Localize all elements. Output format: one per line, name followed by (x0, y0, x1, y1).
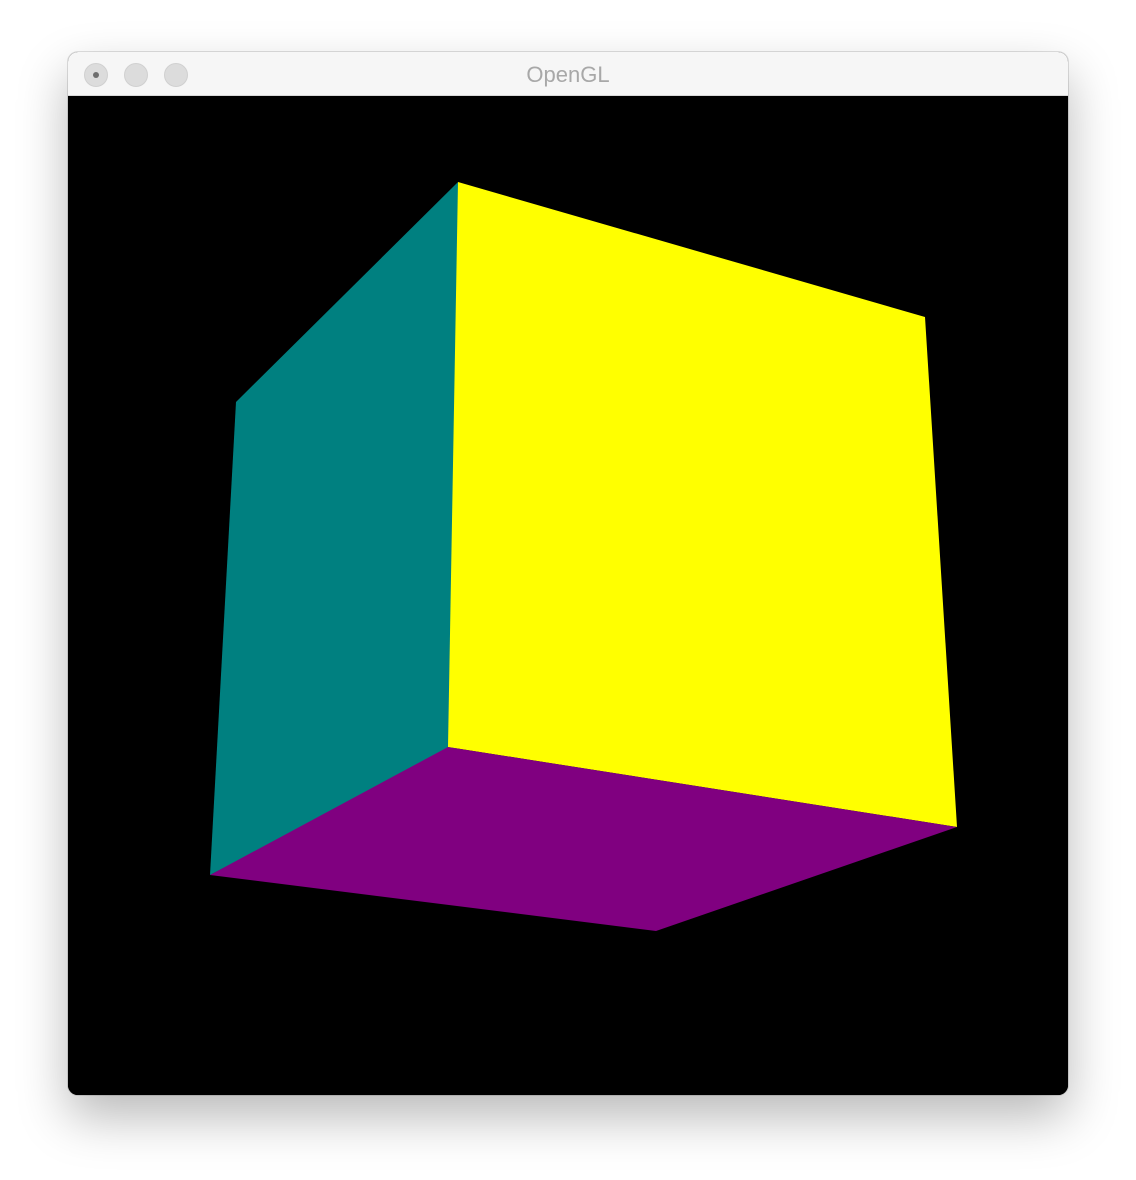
window-title: OpenGL (526, 62, 610, 87)
cube-render (68, 96, 1068, 1095)
opengl-canvas[interactable] (68, 96, 1068, 1095)
title-bar[interactable]: OpenGL (68, 52, 1068, 96)
opengl-window: OpenGL (68, 52, 1068, 1095)
